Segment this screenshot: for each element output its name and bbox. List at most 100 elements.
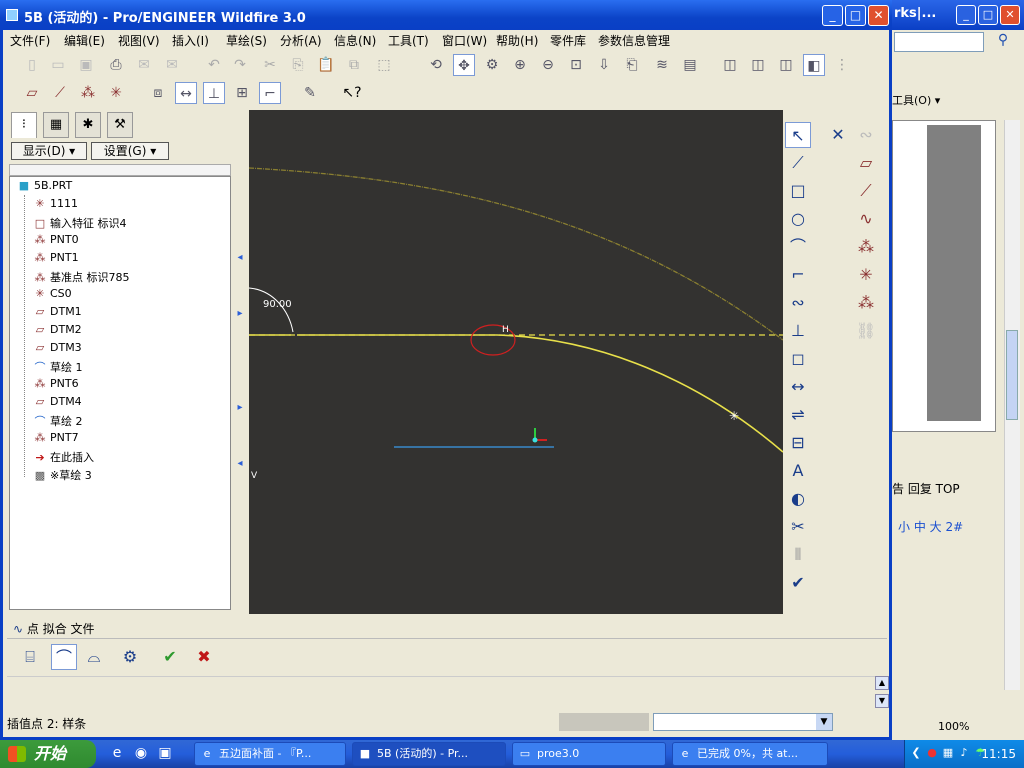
background-zoom-level[interactable]: 100%	[938, 720, 969, 733]
volume-icon[interactable]: ♪	[957, 746, 971, 760]
analysis-point-icon[interactable]: ⁂	[853, 290, 879, 316]
settings-dropdown[interactable]: 设置(G) ▾	[91, 142, 169, 160]
new-file-icon[interactable]: ▯	[21, 54, 43, 76]
modify-tool-icon[interactable]: ⇌	[785, 402, 811, 428]
open-file-icon[interactable]: ▭	[47, 54, 69, 76]
trim-tool-icon[interactable]: ✂	[785, 514, 811, 540]
view-manager-icon[interactable]: ▤	[679, 54, 701, 76]
tree-item[interactable]: ✳ 1111	[32, 197, 78, 215]
scroll-down-arrow-icon[interactable]: ▼	[875, 694, 889, 708]
datum-plane-display-icon[interactable]: ▱	[21, 82, 43, 104]
tree-item[interactable]: ⌒ 草绘 2	[32, 413, 83, 431]
tree-item[interactable]: ➔ 在此插入	[32, 449, 94, 467]
collapse-arrow-icon[interactable]: ◂	[236, 458, 244, 469]
point-tool-icon[interactable]: ⁂	[853, 234, 879, 260]
text-tool-icon[interactable]: A	[785, 458, 811, 484]
zoom-out-icon[interactable]: ⊖	[537, 54, 559, 76]
zoom-in-icon[interactable]: ⊕	[509, 54, 531, 76]
angle-dimension-text[interactable]: 90.00	[263, 299, 292, 310]
fillet-tool-icon[interactable]: ⌐	[785, 262, 811, 288]
tree-item[interactable]: ▱ DTM4	[32, 395, 82, 413]
sketch-diagnostics-icon[interactable]: ✎	[299, 82, 321, 104]
select-box-icon[interactable]: ⬚	[373, 54, 395, 76]
menu-analysis[interactable]: 分析(A)	[280, 32, 322, 49]
start-button[interactable]: 开始	[0, 740, 96, 768]
background-close-button[interactable]: ✕	[1000, 5, 1020, 25]
wireframe-icon[interactable]: ◫	[719, 54, 741, 76]
minimize-button[interactable]: _	[822, 5, 843, 26]
task-download[interactable]: e 已完成 0%，共 at...	[672, 742, 828, 766]
dimension-tool-icon[interactable]: ↔	[785, 374, 811, 400]
paste-special-icon[interactable]: ⧉	[343, 54, 365, 76]
tree-item[interactable]: ⁂ PNT7	[32, 431, 79, 449]
tree-item[interactable]: ⁂ PNT6	[32, 377, 79, 395]
display-dropdown[interactable]: 显示(D) ▾	[11, 142, 87, 160]
menu-edit[interactable]: 编辑(E)	[64, 32, 105, 49]
tree-item[interactable]: ■ 5B.PRT	[16, 179, 72, 197]
desktop-icon[interactable]: ▣	[156, 744, 174, 762]
email-icon[interactable]: ✉	[133, 54, 155, 76]
menu-insert[interactable]: 插入(I)	[172, 32, 209, 49]
tree-item[interactable]: ⌒ 草绘 1	[32, 359, 83, 377]
spline-curve[interactable]	[297, 334, 783, 453]
hidden-line-icon[interactable]: ◫	[747, 54, 769, 76]
save-icon[interactable]: ▣	[75, 54, 97, 76]
expand-arrow-icon[interactable]: ▸	[236, 402, 244, 413]
circle-tool-icon[interactable]: ○	[785, 206, 811, 232]
refit-icon[interactable]: ⊡	[565, 54, 587, 76]
favorites-tab[interactable]: ✱	[75, 112, 101, 138]
tree-item[interactable]: ✳ CS0	[32, 287, 71, 305]
plane-tool-icon[interactable]: ▱	[853, 150, 879, 176]
cut-icon[interactable]: ✂	[259, 54, 281, 76]
paste-icon[interactable]: 📋	[315, 54, 337, 76]
palette-tool-icon[interactable]: ◐	[785, 486, 811, 512]
background-font-size-links[interactable]: 小 中 大 2#	[898, 518, 963, 535]
line-tool-icon[interactable]: ⟋	[785, 150, 811, 176]
panel-splitter[interactable]: ◂ ▸ ▸ ◂	[235, 112, 245, 614]
reference-arc[interactable]	[249, 167, 783, 341]
expand-arrow-icon[interactable]: ▸	[236, 308, 244, 319]
menu-file[interactable]: 文件(F)	[10, 32, 50, 49]
connections-tab[interactable]: ⚒	[107, 112, 133, 138]
arc-tool-icon[interactable]: ⌒	[785, 234, 811, 260]
folder-browser-tab[interactable]: ▦	[43, 112, 69, 138]
task-proe-window[interactable]: ■ 5B (活动的) - Pr...	[352, 742, 506, 766]
constraint-display-icon[interactable]: ⊥	[203, 82, 225, 104]
datum-point-display-icon[interactable]: ⁂	[77, 82, 99, 104]
csys-tool-icon[interactable]: ✳	[853, 262, 879, 288]
reorient-icon[interactable]: ⇩	[593, 54, 615, 76]
ie-icon[interactable]: e	[108, 744, 126, 762]
curvature-icon[interactable]: ⌒	[51, 644, 77, 670]
curvature-analysis-icon[interactable]: ⌓	[81, 644, 107, 670]
close-button[interactable]: ✕	[868, 5, 889, 26]
network-icon[interactable]: ▦	[941, 746, 955, 760]
tree-item[interactable]: ▱ DTM2	[32, 323, 82, 341]
menu-help[interactable]: 帮助(H)	[496, 32, 538, 49]
background-address-bar[interactable]	[894, 32, 984, 52]
menu-param-info[interactable]: 参数信息管理	[598, 32, 670, 49]
grid-display-icon[interactable]: ⊞	[231, 82, 253, 104]
sketch-setup-icon[interactable]: ⧈	[147, 82, 169, 104]
polygon-display-icon[interactable]: ⌸	[17, 644, 43, 670]
model-tree-tab[interactable]: ⁝	[11, 112, 37, 138]
scroll-up-arrow-icon[interactable]: ▲	[875, 676, 889, 690]
no-hidden-icon[interactable]: ◫	[775, 54, 797, 76]
tree-item[interactable]: ▩ ※草绘 3	[32, 467, 92, 485]
selection-filter-select[interactable]: ▼	[653, 713, 833, 731]
csys-display-icon[interactable]: ✳	[105, 82, 127, 104]
maximize-button[interactable]: □	[845, 5, 866, 26]
tree-item[interactable]: ▱ DTM1	[32, 305, 82, 323]
datum-axis-display-icon[interactable]: ⟋	[49, 82, 71, 104]
copy-icon[interactable]: ⎘	[287, 54, 309, 76]
confirm-check-icon[interactable]: ✔	[157, 644, 183, 670]
regenerate-icon[interactable]: ⟲	[425, 54, 447, 76]
print-icon[interactable]: ⎙	[105, 54, 127, 76]
spline-tool-icon[interactable]: ∾	[853, 122, 879, 148]
tree-item[interactable]: ▱ DTM3	[32, 341, 82, 359]
menu-tools[interactable]: 工具(T)	[388, 32, 429, 49]
tray-expand-icon[interactable]: ❮	[909, 746, 923, 760]
sketch-display-icon[interactable]: ✥	[453, 54, 475, 76]
spline-draw-icon[interactable]: ∾	[785, 290, 811, 316]
collapse-arrow-icon[interactable]: ◂	[236, 252, 244, 263]
use-edge-icon[interactable]: ◻	[785, 346, 811, 372]
